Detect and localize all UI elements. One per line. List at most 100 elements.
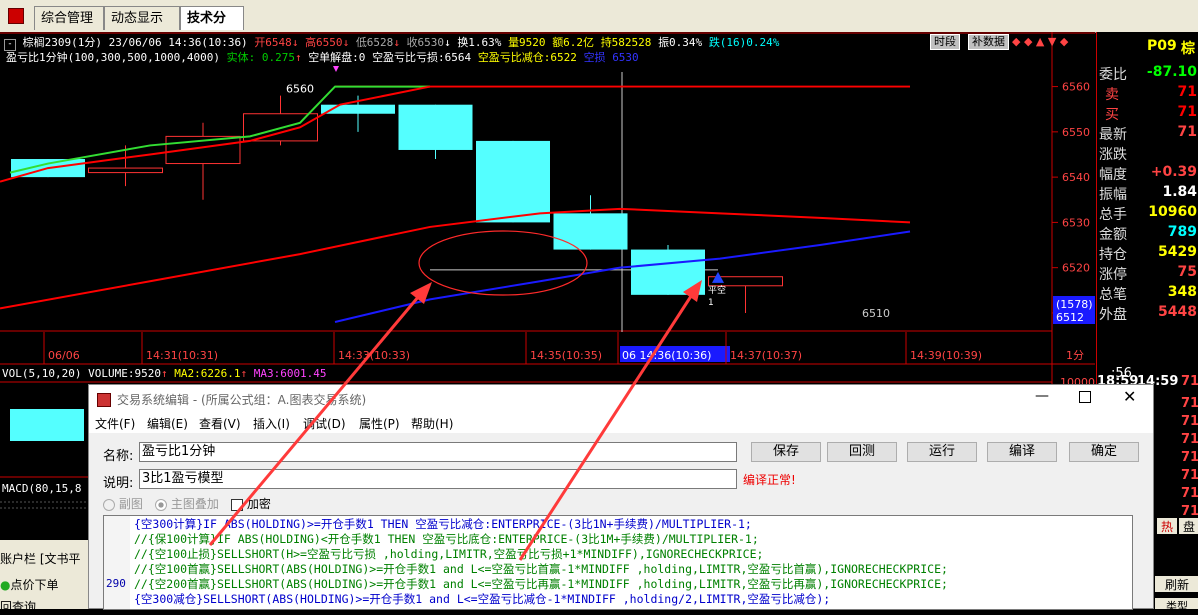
tick-price: 71	[1181, 504, 1198, 519]
menu-debug[interactable]: 调试(D)	[303, 415, 346, 432]
price-order-label: 点价下单	[10, 578, 59, 592]
arrow-icon: ↑	[294, 51, 302, 64]
macd-label[interactable]: MACD(80,15,8	[2, 482, 81, 495]
quote-row-label: 涨停	[1099, 267, 1127, 283]
x-axis-label: 14:35(10:35)	[530, 349, 602, 362]
price-label-6510: 6510	[862, 307, 890, 320]
refresh-button[interactable]: 刷新	[1155, 576, 1198, 592]
name-field[interactable]: 盈亏比1分钟	[139, 442, 737, 462]
quote-row: 金额 789	[1097, 224, 1198, 244]
x-axis-label: 06 14:36(10:36)	[622, 349, 711, 362]
time-3: :56	[1111, 366, 1132, 381]
menu-help[interactable]: 帮助(H)	[411, 415, 453, 432]
code-line[interactable]: {空300计算}IF ABS(HOLDING)>=开仓手数1 THEN 空盈亏比…	[134, 517, 752, 532]
backtest-button[interactable]: 回测	[827, 442, 897, 462]
y-tick-label: 6520	[1062, 262, 1090, 275]
arrow-icon: ↑	[160, 367, 168, 380]
y-tick-label: 6540	[1062, 171, 1090, 184]
quote-row: 幅度 +0.39	[1097, 164, 1198, 184]
volume-info-line: VOL(5,10,20) VOLUME:9520↑ MA2:6226.1↑ MA…	[2, 367, 327, 380]
minimize-icon[interactable]: —	[1035, 388, 1049, 404]
encrypt-label: 加密	[246, 497, 271, 511]
compile-button[interactable]: 编译	[987, 442, 1057, 462]
trading-system-editor-dialog[interactable]: 交易系统编辑 - (所属公式组：A.图表交易系统) — ✕ 文件(F) 编辑(E…	[88, 384, 1154, 610]
menu-file[interactable]: 文件(F)	[95, 415, 135, 432]
quote-row: 买 71	[1097, 104, 1198, 124]
maximize-icon[interactable]	[1079, 391, 1091, 403]
desc-field[interactable]: 3比1盈亏模型	[139, 469, 737, 489]
code-line[interactable]: {空300减仓}SELLSHORT(ABS(HOLDING)>=开仓手数1 an…	[134, 592, 830, 607]
window-icon	[8, 8, 24, 24]
time-price: 71	[1181, 374, 1198, 389]
contract-code: P09	[1147, 38, 1177, 54]
ok-button[interactable]: 确定	[1069, 442, 1139, 462]
radio-selected-icon	[155, 498, 167, 511]
code-line[interactable]: //{保100计算}IF ABS(HOLDING)<开仓手数1 THEN 空盈亏…	[134, 532, 759, 547]
cursor-value: (1578)	[1056, 298, 1093, 311]
vol-ma3: MA3:6001.45	[253, 367, 327, 380]
quote-row-value: 348	[1167, 284, 1197, 300]
short-close-value: 空单解盘:0	[308, 51, 366, 64]
name-label: 名称:	[103, 449, 134, 464]
tab-technical-analysis[interactable]: 技术分析	[180, 6, 244, 50]
desc-label: 说明:	[103, 476, 134, 491]
code-line[interactable]: //{空200首赢}SELLSHORT(ABS(HOLDING)>=开仓手数1 …	[134, 577, 948, 592]
high-value: 高6550	[305, 36, 343, 49]
low-value: 低6528	[355, 36, 394, 49]
dialog-titlebar[interactable]: 交易系统编辑 - (所属公式组：A.图表交易系统) — ✕	[89, 385, 1153, 413]
account-bar[interactable]: 账户栏 [文书平	[0, 550, 81, 567]
menu-view[interactable]: 查看(V)	[199, 415, 241, 432]
quote-row: 持仓 5429	[1097, 244, 1198, 264]
symbol-label: 棕榈2309(1分)	[22, 36, 102, 49]
quote-row-label: 金额	[1099, 227, 1127, 243]
quote-row: 外盘 5448	[1097, 304, 1198, 324]
candle-body	[631, 249, 705, 295]
subchart-radio[interactable]: 副图	[103, 495, 143, 512]
x-axis-label: 14:31(10:31)	[146, 349, 218, 362]
run-button[interactable]: 运行	[907, 442, 977, 462]
quote-row-value: 71	[1177, 84, 1197, 100]
arrow-icon: ↓	[444, 36, 451, 49]
vol-ma2: MA2:6226.1	[174, 367, 241, 380]
formula-name[interactable]: 盈亏比1分钟(100,300,500,1000,4000)	[6, 51, 220, 64]
close-icon[interactable]: ✕	[1123, 387, 1136, 406]
tab-overview[interactable]: 综合管理	[34, 6, 104, 30]
price-order-item[interactable]: ●点价下单	[0, 576, 59, 593]
fill-data-button[interactable]: 补数据	[968, 34, 1009, 50]
turnover-value: 换1.63%	[457, 36, 502, 49]
arrow-icon: ↓	[342, 36, 350, 49]
subchart-label: 副图	[118, 497, 143, 511]
y-tick-label: 6530	[1062, 216, 1090, 229]
pan-button[interactable]: 盘	[1179, 518, 1198, 534]
tab-dynamic-board[interactable]: 动态显示牌	[104, 6, 180, 50]
open-value: 开6548	[254, 36, 292, 49]
arrow-icon: ↓	[393, 36, 400, 49]
x-axis-label: 14:37(10:37)	[730, 349, 802, 362]
x-axis-label: 14:39(10:39)	[910, 349, 982, 362]
encrypt-checkbox[interactable]: 加密	[231, 495, 271, 512]
quote-row-label: 涨跌	[1099, 147, 1127, 163]
order-icon: ●	[0, 578, 11, 592]
period-button[interactable]: 时段	[930, 34, 960, 50]
arrow-icon: ↓	[291, 36, 299, 49]
empty-loss-label: 空损	[583, 51, 606, 64]
menu-edit[interactable]: 编辑(E)	[147, 415, 188, 432]
save-button[interactable]: 保存	[751, 442, 821, 462]
menu-properties[interactable]: 属性(P)	[359, 415, 400, 432]
toolbar-icons[interactable]: ◆ ◆ ▲ ▼ ◆	[1012, 35, 1068, 48]
main-overlay-radio[interactable]: 主图叠加	[155, 495, 219, 512]
tick-price: 71	[1181, 486, 1198, 501]
quote-row-label: 振幅	[1099, 187, 1127, 203]
vol-label[interactable]: VOL(5,10,20)	[2, 367, 81, 380]
quote-row-value: 71	[1177, 104, 1197, 120]
code-editor[interactable]: 290 {空300计算}IF ABS(HOLDING)>=开仓手数1 THEN …	[103, 515, 1133, 610]
dialog-menubar: 文件(F) 编辑(E) 查看(V) 插入(I) 调试(D) 属性(P) 帮助(H…	[89, 413, 1153, 433]
code-line[interactable]: //{空100首赢}SELLSHORT(ABS(HOLDING)>=开仓手数1 …	[134, 562, 948, 577]
y-tick-label: 6550	[1062, 126, 1090, 139]
trade-marker-label: 平空	[708, 284, 726, 296]
hot-button[interactable]: 热	[1157, 518, 1177, 534]
menu-insert[interactable]: 插入(I)	[253, 415, 290, 432]
short-stop-value: 空盈亏比亏损:6564	[372, 51, 472, 64]
code-line[interactable]: //{空100止损}SELLSHORT(H>=空盈亏比亏损 ,holding,L…	[134, 547, 763, 562]
query-item[interactable]: 回查询	[0, 598, 36, 615]
